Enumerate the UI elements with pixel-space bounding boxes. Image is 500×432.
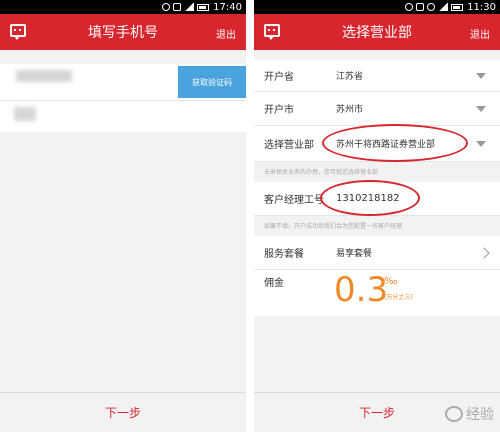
- dropdown-arrow-icon[interactable]: [476, 140, 486, 147]
- phone-input-field[interactable]: [16, 70, 72, 82]
- dropdown-arrow-icon[interactable]: [476, 72, 486, 79]
- branch-hint: 未来相关业务的办理，您可就近选择营业部: [264, 169, 379, 176]
- city-label: 开户市: [264, 105, 294, 116]
- message-icon[interactable]: [264, 24, 280, 40]
- branch-label: 选择营业部: [264, 140, 314, 151]
- service-package-label: 服务套餐: [264, 249, 304, 260]
- page-title: 选择营业部: [342, 25, 412, 41]
- manager-id-label: 客户经理工号: [264, 195, 324, 206]
- screen-divider: [246, 0, 254, 432]
- title-bar: 选择营业部 退出: [254, 14, 500, 50]
- status-time: 17:40: [213, 1, 242, 13]
- manager-id-hint: 如果不填，开户成功后我们会为您配置一名客户经理: [264, 223, 403, 230]
- service-package-row[interactable]: 服务套餐 易享套餐: [254, 236, 500, 270]
- exit-button[interactable]: 退出: [216, 26, 236, 41]
- alarm-icon: [162, 3, 171, 11]
- commission-subtext: (万分之三): [384, 294, 413, 301]
- watermark: 经验: [445, 404, 494, 424]
- status-icons: [405, 3, 464, 11]
- vibrate-icon: [173, 3, 182, 11]
- title-bar: 填写手机号 退出: [0, 14, 246, 50]
- service-package-value: 易享套餐: [336, 249, 373, 259]
- signal-icon: [184, 3, 195, 11]
- status-time: 11:30: [467, 1, 496, 13]
- battery-icon: [197, 3, 210, 11]
- signal-icon: [438, 3, 449, 11]
- right-screen: 11:30 选择营业部 退出 开户省 江苏省 开户市 苏州市 选择营业部 苏州干…: [254, 0, 500, 432]
- chevron-right-icon[interactable]: [478, 246, 490, 259]
- status-icons: [162, 3, 210, 11]
- province-label: 开户省: [264, 72, 294, 83]
- status-bar: 11:30: [254, 0, 500, 14]
- watermark-logo-icon: [445, 406, 463, 422]
- alarm-icon: [405, 3, 414, 11]
- city-select[interactable]: 开户市 苏州市: [254, 92, 500, 126]
- watermark-text: 经验: [466, 407, 494, 423]
- get-code-button[interactable]: 获取验证码: [178, 66, 246, 98]
- commission-label: 佣金: [264, 278, 284, 289]
- province-select[interactable]: 开户省 江苏省: [254, 60, 500, 92]
- city-value: 苏州市: [336, 105, 364, 115]
- code-input-row[interactable]: [0, 100, 246, 132]
- next-button[interactable]: 下一步: [0, 392, 246, 432]
- province-value: 江苏省: [336, 72, 364, 82]
- commission-rate: 0.3: [334, 270, 389, 310]
- highlight-circle: [322, 124, 468, 162]
- vibrate-icon: [416, 3, 425, 11]
- exit-button[interactable]: 退出: [470, 26, 490, 41]
- page-title: 填写手机号: [88, 25, 158, 41]
- highlight-circle: [320, 180, 420, 216]
- code-input-field[interactable]: [14, 107, 36, 121]
- commission-unit: ‰: [384, 276, 398, 287]
- wifi-icon: [427, 3, 436, 11]
- message-icon[interactable]: [10, 24, 26, 40]
- status-bar: 17:40: [0, 0, 246, 14]
- battery-icon: [451, 3, 464, 11]
- left-screen: 17:40 填写手机号 退出 获取验证码 下一步: [0, 0, 246, 432]
- dropdown-arrow-icon[interactable]: [476, 105, 486, 112]
